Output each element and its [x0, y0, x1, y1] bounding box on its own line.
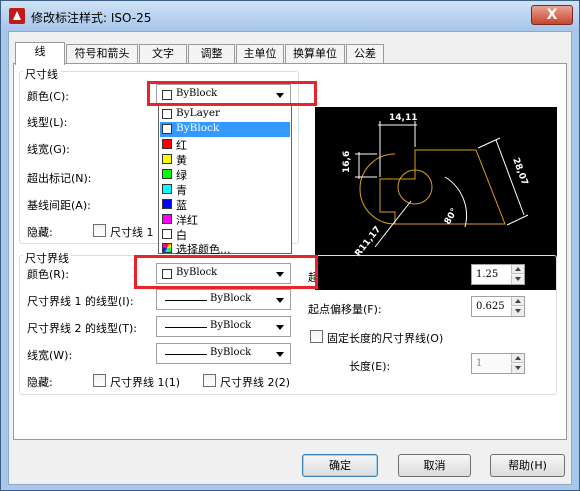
color-option-bylayer[interactable]: ByLayer [160, 107, 290, 122]
fixed-length-checkbox[interactable] [310, 330, 323, 343]
line-sample [165, 300, 207, 301]
color-option-yellow[interactable]: 黄 [160, 152, 290, 167]
tab-primary-units[interactable]: 主单位 [236, 44, 284, 64]
cancel-button[interactable]: 取消 [398, 454, 471, 477]
dim-lineweight-label: 线宽(G): [27, 143, 70, 156]
color-option-white[interactable]: 白 [160, 227, 290, 242]
ext-lineweight-label: 线宽(W): [27, 349, 73, 362]
color-swatch [162, 139, 172, 149]
color-swatch [162, 154, 172, 164]
suppress-ext2-label: 尺寸界线 2(2) [220, 376, 291, 389]
ext2-linetype-value: ByBlock [210, 320, 252, 331]
extend-ticks-label: 超出标记(N): [27, 172, 92, 185]
tab-tolerances[interactable]: 公差 [346, 44, 384, 64]
highlight-box-ext-color [134, 255, 318, 289]
spin-up-icon[interactable] [511, 297, 524, 306]
dimension-lines-title: 尺寸线 [23, 66, 60, 82]
ext-suppress-label: 隐藏: [27, 376, 53, 389]
offset-label: 起点偏移量(F): [308, 303, 382, 316]
color-option-magenta[interactable]: 洋红 [160, 212, 290, 227]
length-value: 1 [476, 358, 483, 369]
spin-down-icon[interactable] [511, 275, 524, 284]
color-swatch [162, 229, 172, 239]
ok-button[interactable]: 确定 [302, 454, 378, 477]
offset-spinner[interactable]: 0.625 [471, 296, 525, 317]
close-button[interactable]: X [531, 5, 573, 25]
color-swatch [162, 214, 172, 224]
color-option-label: 绿 [176, 169, 187, 182]
extend-beyond-label: 超出尺寸线(X): [308, 271, 383, 284]
tab-fit[interactable]: 调整 [188, 44, 235, 64]
color-swatch [162, 199, 172, 209]
line-sample [165, 327, 207, 328]
color-wheel-icon [162, 243, 172, 253]
color-option-label: ByBlock [176, 122, 220, 134]
color-dropdown-list[interactable]: ByLayer ByBlock 红 黄 绿 青 蓝 洋红 白 选择颜色... [158, 105, 292, 256]
extend-beyond-value: 1.25 [476, 269, 499, 280]
color-swatch [162, 184, 172, 194]
color-option-label: 选择颜色... [176, 243, 231, 256]
fixed-length-label: 固定长度的尺寸界线(O) [327, 332, 444, 345]
suppress-ext1-label: 尺寸界线 1(1) [110, 376, 181, 389]
extension-lines-title: 尺寸界线 [23, 250, 71, 266]
ext-color-label: 颜色(R): [27, 268, 69, 281]
suppress-dim1-label: 尺寸线 1 [110, 226, 154, 239]
dim-suppress-label: 隐藏: [27, 226, 53, 239]
suppress-dim1-checkbox[interactable] [93, 224, 106, 237]
preview-dim-left: 16,6 [342, 151, 352, 173]
ext1-linetype-combo[interactable]: ByBlock [156, 289, 291, 310]
chevron-down-icon[interactable] [276, 352, 284, 357]
ext2-linetype-combo[interactable]: ByBlock [156, 316, 291, 337]
dimension-style-dialog: 修改标注样式: ISO-25 X 线 符号和箭头 文字 调整 主单位 换算单位 … [0, 0, 580, 491]
line-sample [165, 354, 207, 355]
preview-dim-right: 28,07 [510, 157, 529, 187]
color-option-byblock[interactable]: ByBlock [160, 122, 290, 137]
preview-dim-top: 14,11 [389, 113, 417, 123]
color-option-select-color[interactable]: 选择颜色... [160, 241, 290, 256]
suppress-ext1-checkbox[interactable] [93, 374, 106, 387]
dim-color-label: 颜色(C): [27, 90, 69, 103]
chevron-down-icon[interactable] [276, 325, 284, 330]
tab-lines[interactable]: 线 [15, 42, 65, 65]
color-option-green[interactable]: 绿 [160, 167, 290, 182]
color-option-label: 蓝 [176, 199, 187, 212]
color-option-cyan[interactable]: 青 [160, 182, 290, 197]
ext1-linetype-value: ByBlock [210, 293, 252, 304]
ext2-linetype-label: 尺寸界线 2 的线型(T): [27, 322, 137, 335]
color-option-label: 红 [176, 139, 187, 152]
spin-up-icon[interactable] [511, 354, 524, 363]
color-swatch [162, 109, 172, 119]
dim-linetype-label: 线型(L): [27, 116, 68, 129]
highlight-box-dim-color [147, 81, 317, 106]
title-bar[interactable]: 修改标注样式: ISO-25 X [1, 1, 579, 31]
baseline-spacing-label: 基线间距(A): [27, 199, 91, 212]
tab-symbols-arrows[interactable]: 符号和箭头 [66, 44, 138, 64]
ext1-linetype-label: 尺寸界线 1 的线型(I): [27, 295, 134, 308]
extend-beyond-spinner[interactable]: 1.25 [471, 264, 525, 285]
window-title: 修改标注样式: ISO-25 [31, 11, 152, 25]
color-option-label: 青 [176, 184, 187, 197]
tab-text[interactable]: 文字 [139, 44, 187, 64]
color-option-blue[interactable]: 蓝 [160, 197, 290, 212]
spin-down-icon[interactable] [511, 307, 524, 316]
spin-up-icon[interactable] [511, 265, 524, 274]
ext-lineweight-combo[interactable]: ByBlock [156, 343, 291, 364]
ext-lineweight-value: ByBlock [210, 347, 252, 358]
autocad-logo-icon [9, 8, 25, 24]
color-swatch [162, 169, 172, 179]
help-button[interactable]: 帮助(H) [490, 454, 565, 477]
length-label: 长度(E): [349, 360, 391, 373]
suppress-ext2-checkbox[interactable] [203, 374, 216, 387]
color-option-label: 黄 [176, 154, 187, 167]
color-option-label: ByLayer [176, 107, 221, 119]
tab-alternate-units[interactable]: 换算单位 [285, 44, 345, 64]
length-spinner[interactable]: 1 [471, 353, 525, 374]
color-option-label: 洋红 [176, 214, 198, 227]
color-swatch [162, 124, 172, 134]
spin-down-icon[interactable] [511, 364, 524, 373]
offset-value: 0.625 [476, 301, 505, 312]
chevron-down-icon[interactable] [276, 298, 284, 303]
color-option-red[interactable]: 红 [160, 137, 290, 152]
